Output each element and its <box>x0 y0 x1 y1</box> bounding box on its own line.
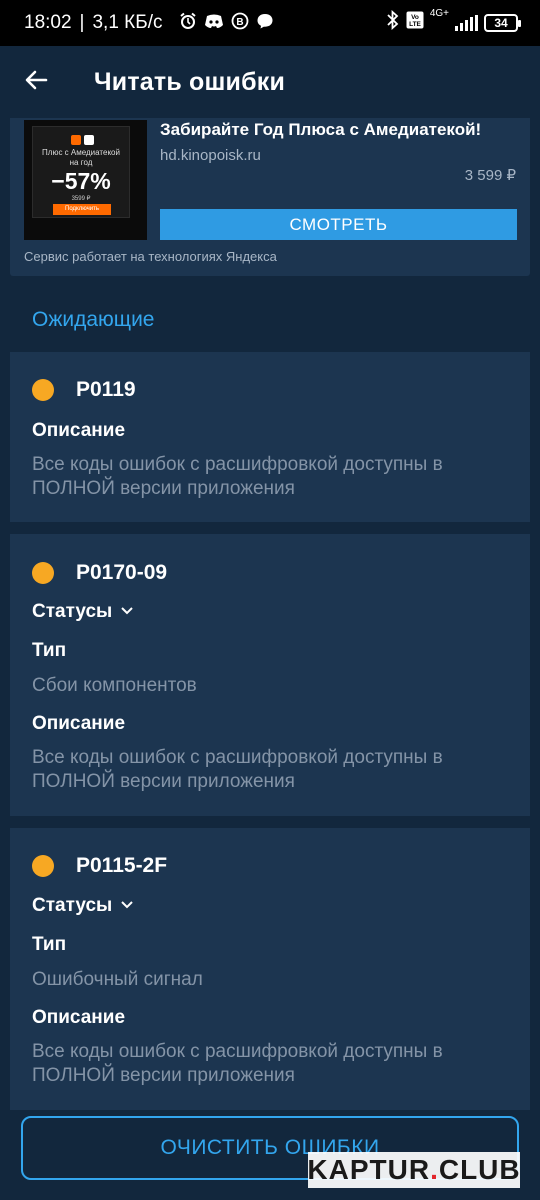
app-bar: Читать ошибки <box>0 46 540 118</box>
watermark-part1: KAPTUR <box>307 1154 431 1185</box>
type-label: Тип <box>32 934 67 955</box>
battery-level: 34 <box>494 16 508 30</box>
battery-icon: 34 <box>484 14 521 32</box>
ad-logo-icon <box>71 135 94 145</box>
chat-icon <box>256 12 274 34</box>
error-card-header: P0119 <box>32 378 136 402</box>
discord-icon <box>204 13 224 33</box>
error-card: P0170-09 Статусы Тип Сбои компонентов Оп… <box>10 534 530 816</box>
alarm-icon <box>179 12 197 34</box>
ad-thumbnail[interactable]: Плюс с Амедиатекой на год −57% 3599 ₽ По… <box>24 120 147 240</box>
error-card-header: P0115-2F <box>32 854 167 878</box>
ad-disclaimer: Сервис работает на технологиях Яндекса <box>24 249 277 264</box>
ad-thumb-percent: −57% <box>51 168 111 194</box>
volte-icon: Vo LTE <box>406 11 424 35</box>
type-text: Сбои компонентов <box>32 675 197 696</box>
error-card: P0119 Описание Все коды ошибок с расшифр… <box>10 352 530 522</box>
svg-text:LTE: LTE <box>409 21 421 28</box>
ad-thumb-line2: на год <box>69 158 93 167</box>
back-button[interactable] <box>0 46 72 118</box>
pending-status-dot <box>32 562 54 584</box>
statuses-toggle[interactable]: Статусы <box>32 895 134 917</box>
screen: 18:02 | 3,1 КБ/с B Vo LTE 4G+ 34 Читать … <box>0 0 540 1200</box>
chevron-down-icon <box>120 897 134 915</box>
vk-icon: B <box>231 12 249 34</box>
section-label-pending: Ожидающие <box>32 308 155 331</box>
pending-status-dot <box>32 855 54 877</box>
error-code: P0119 <box>76 378 136 401</box>
ad-watch-button[interactable]: СМОТРЕТЬ <box>160 209 517 240</box>
description-text: Все коды ошибок с расшифровкой доступны … <box>32 1041 443 1086</box>
ad-title[interactable]: Забирайте Год Плюса с Амедиатекой! <box>160 120 481 140</box>
network-type: 4G+ <box>429 8 449 19</box>
description-label: Описание <box>32 1007 126 1028</box>
statuses-label: Статусы <box>32 895 113 916</box>
type-label: Тип <box>32 640 67 661</box>
type-text: Ошибочный сигнал <box>32 969 203 990</box>
ad-thumb-line1: Плюс с Амедиатекой <box>42 148 120 157</box>
description-text: Все коды ошибок с расшифровкой доступны … <box>32 747 443 792</box>
svg-text:B: B <box>236 17 243 28</box>
ad-thumbnail-card: Плюс с Амедиатекой на год −57% 3599 ₽ По… <box>32 126 130 218</box>
page-title: Читать ошибки <box>94 67 286 96</box>
status-bar: 18:02 | 3,1 КБ/с B Vo LTE 4G+ 34 <box>0 0 540 46</box>
description-label: Описание <box>32 713 126 734</box>
svg-text:Vo: Vo <box>411 14 419 21</box>
ad-banner[interactable]: Плюс с Амедиатекой на год −57% 3599 ₽ По… <box>10 118 530 276</box>
ad-thumb-price: 3599 ₽ <box>71 196 91 202</box>
status-speed: 3,1 КБ/с <box>92 12 163 33</box>
arrow-left-icon <box>24 68 48 97</box>
error-card: P0115-2F Статусы Тип Ошибочный сигнал Оп… <box>10 828 530 1110</box>
description-label: Описание <box>32 420 126 441</box>
pending-status-dot <box>32 379 54 401</box>
description-text: Все коды ошибок с расшифровкой доступны … <box>32 454 443 499</box>
error-code: P0170-09 <box>76 561 168 584</box>
ad-domain: hd.kinopoisk.ru <box>160 147 261 164</box>
watermark-part2: . <box>430 1154 439 1185</box>
status-time: 18:02 <box>24 12 72 33</box>
statuses-label: Статусы <box>32 601 113 622</box>
error-code: P0115-2F <box>76 854 168 877</box>
statuses-toggle[interactable]: Статусы <box>32 601 134 623</box>
chevron-down-icon <box>120 603 134 621</box>
error-card-header: P0170-09 <box>32 561 167 585</box>
ad-thumb-cta: Подключить <box>53 204 111 215</box>
ad-price: 3 599 ₽ <box>464 167 516 184</box>
watermark: KAPTUR. CLUB <box>307 1152 521 1188</box>
signal-icon <box>455 15 478 31</box>
status-separator: | <box>79 12 85 33</box>
bluetooth-icon <box>386 9 400 36</box>
watermark-part3: CLUB <box>438 1154 521 1185</box>
